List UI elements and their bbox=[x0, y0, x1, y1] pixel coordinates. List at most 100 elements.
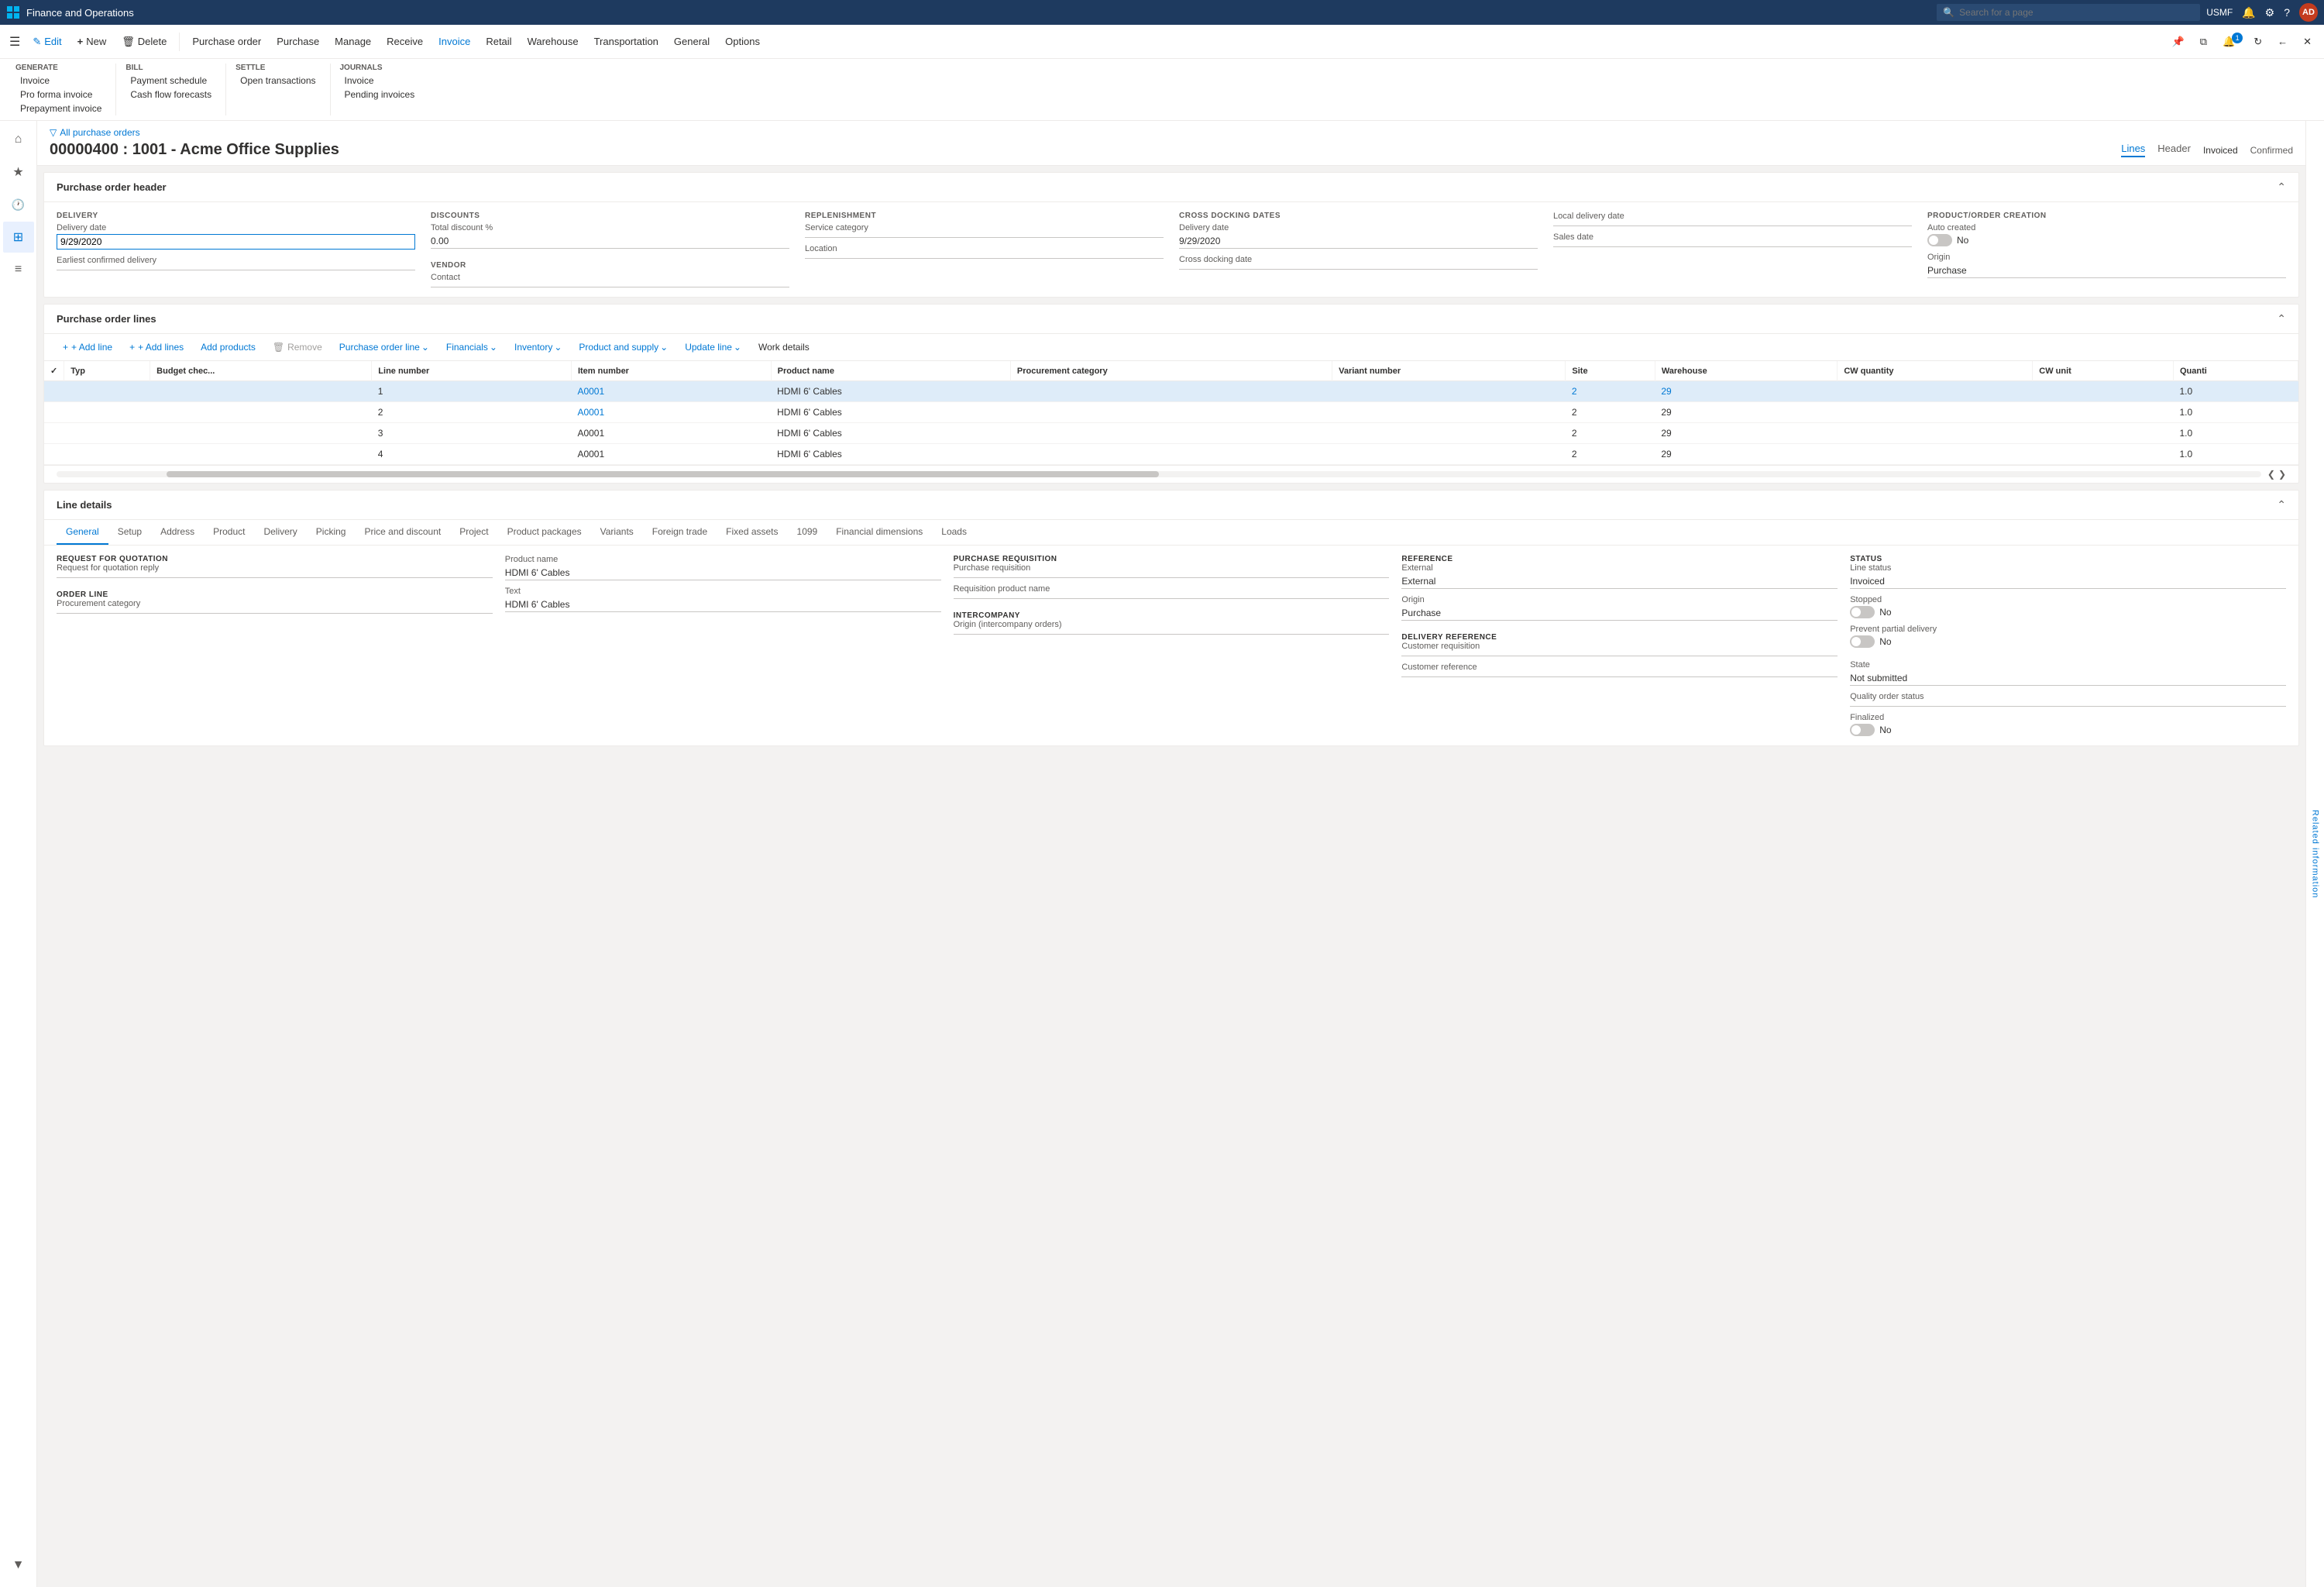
prevent-partial-toggle-track[interactable] bbox=[1850, 635, 1875, 648]
warehouse-tab[interactable]: Warehouse bbox=[521, 31, 585, 52]
invoice-tab[interactable]: Invoice bbox=[432, 31, 476, 52]
tab-foreign-trade[interactable]: Foreign trade bbox=[643, 520, 717, 545]
horizontal-scrollbar[interactable] bbox=[57, 471, 2261, 477]
cross-docking-label: CROSS DOCKING DATES bbox=[1179, 212, 1538, 220]
tab-lines[interactable]: Lines bbox=[2121, 143, 2145, 157]
edit-button[interactable]: ✎ Edit bbox=[26, 31, 67, 53]
purchase-order-line-dropdown[interactable]: Purchase order line ⌄ bbox=[333, 339, 435, 356]
collapse-lines-btn[interactable]: ⌃ bbox=[2277, 312, 2286, 325]
add-lines-button[interactable]: + + Add lines bbox=[123, 339, 190, 356]
tab-picking[interactable]: Picking bbox=[307, 520, 356, 545]
tab-financial-dimensions[interactable]: Financial dimensions bbox=[827, 520, 932, 545]
tab-general[interactable]: General bbox=[57, 520, 108, 545]
copy-button[interactable]: ⧉ bbox=[2194, 31, 2213, 53]
tab-loads[interactable]: Loads bbox=[932, 520, 976, 545]
row1-warehouse[interactable]: 29 bbox=[1655, 381, 1838, 402]
ribbon-cashflow[interactable]: Cash flow forecasts bbox=[125, 88, 216, 102]
search-bar[interactable]: 🔍 bbox=[1937, 4, 2200, 21]
general-tab[interactable]: General bbox=[668, 31, 716, 52]
ribbon-open-transactions[interactable]: Open transactions bbox=[235, 74, 320, 88]
purchase-order-tab[interactable]: Purchase order bbox=[186, 31, 267, 52]
hamburger-icon[interactable]: ☰ bbox=[6, 31, 23, 53]
help-icon[interactable]: ? bbox=[2284, 6, 2290, 19]
quality-order-status-value bbox=[1850, 703, 2286, 707]
manage-tab[interactable]: Manage bbox=[328, 31, 377, 52]
ribbon-payment-schedule[interactable]: Payment schedule bbox=[125, 74, 216, 88]
tab-header[interactable]: Header bbox=[2157, 143, 2191, 157]
auto-created-toggle-track[interactable] bbox=[1927, 234, 1952, 246]
ribbon-invoice[interactable]: Invoice bbox=[15, 74, 106, 88]
tab-variants[interactable]: Variants bbox=[591, 520, 643, 545]
refresh-button[interactable]: ↻ bbox=[2247, 31, 2268, 53]
table-row[interactable]: 3 A0001 HDMI 6' Cables 2 29 1.0 bbox=[44, 423, 2298, 444]
update-line-dropdown[interactable]: Update line ⌄ bbox=[679, 339, 748, 356]
section-header-lines[interactable]: Purchase order lines ⌃ bbox=[44, 305, 2298, 334]
row2-itemnum[interactable]: A0001 bbox=[571, 402, 771, 423]
prevent-partial-field: Prevent partial delivery No bbox=[1850, 625, 2286, 648]
collapse-line-details-btn[interactable]: ⌃ bbox=[2277, 498, 2286, 511]
receive-tab[interactable]: Receive bbox=[380, 31, 429, 52]
avatar[interactable]: AD bbox=[2299, 3, 2318, 22]
finalized-toggle-track[interactable] bbox=[1850, 724, 1875, 736]
intercompany-origin-field: Origin (intercompany orders) bbox=[954, 620, 1390, 635]
ribbon-proforma[interactable]: Pro forma invoice bbox=[15, 88, 106, 102]
ribbon-pending-invoices[interactable]: Pending invoices bbox=[340, 88, 420, 102]
nav-recent[interactable]: 🕐 bbox=[3, 189, 34, 220]
back-nav-button[interactable]: ← bbox=[2271, 31, 2294, 52]
breadcrumb[interactable]: ▽ All purchase orders bbox=[50, 127, 2293, 138]
purchase-tab[interactable]: Purchase bbox=[270, 31, 325, 52]
gear-icon[interactable]: ⚙ bbox=[2265, 6, 2275, 19]
vendor-contact-field: Contact bbox=[431, 273, 789, 287]
row1-site[interactable]: 2 bbox=[1566, 381, 1655, 402]
line-details-section: Line details ⌃ General Setup Address Pro… bbox=[43, 490, 2299, 746]
nav-favorites[interactable]: ★ bbox=[3, 157, 34, 188]
tab-project[interactable]: Project bbox=[450, 520, 497, 545]
close-button[interactable]: ✕ bbox=[2297, 31, 2318, 53]
scroll-right-icon[interactable]: ❯ bbox=[2278, 469, 2286, 480]
ribbon-bill-items: Payment schedule Cash flow forecasts bbox=[125, 74, 216, 102]
financials-dropdown[interactable]: Financials ⌄ bbox=[440, 339, 504, 356]
new-button[interactable]: + New bbox=[71, 31, 113, 52]
tab-1099[interactable]: 1099 bbox=[788, 520, 827, 545]
sales-date-field: Sales date bbox=[1553, 232, 1912, 247]
work-details-button[interactable]: Work details bbox=[752, 339, 816, 356]
nav-modules[interactable]: ≡ bbox=[3, 254, 34, 285]
row4-site: 2 bbox=[1566, 444, 1655, 465]
remove-button[interactable]: 🗑 Remove bbox=[266, 339, 328, 356]
table-row[interactable]: 2 A0001 HDMI 6' Cables 2 29 1.0 bbox=[44, 402, 2298, 423]
tab-price-discount[interactable]: Price and discount bbox=[355, 520, 450, 545]
nav-workspaces[interactable]: ⊞ bbox=[3, 222, 34, 253]
inventory-dropdown[interactable]: Inventory ⌄ bbox=[508, 339, 568, 356]
add-line-button[interactable]: + + Add line bbox=[57, 339, 119, 356]
tab-product-packages[interactable]: Product packages bbox=[498, 520, 591, 545]
notification-button[interactable]: 🔔1 bbox=[2216, 31, 2244, 53]
row1-itemnum[interactable]: A0001 bbox=[571, 381, 771, 402]
table-row[interactable]: 1 A0001 HDMI 6' Cables 2 29 1.0 bbox=[44, 381, 2298, 402]
table-row[interactable]: 4 A0001 HDMI 6' Cables 2 29 1.0 bbox=[44, 444, 2298, 465]
ribbon-journal-invoice[interactable]: Invoice bbox=[340, 74, 420, 88]
scroll-left-icon[interactable]: ❮ bbox=[2267, 469, 2275, 480]
tab-product[interactable]: Product bbox=[204, 520, 254, 545]
delete-button[interactable]: 🗑 Delete bbox=[115, 31, 173, 53]
options-tab[interactable]: Options bbox=[719, 31, 766, 52]
right-panel[interactable]: Related information bbox=[2305, 121, 2324, 1587]
nav-home[interactable]: ⌂ bbox=[3, 124, 34, 155]
section-header-line-details[interactable]: Line details ⌃ bbox=[44, 491, 2298, 520]
nav-filter[interactable]: ▼ bbox=[3, 1550, 34, 1581]
add-products-button[interactable]: Add products bbox=[194, 339, 262, 356]
tab-fixed-assets[interactable]: Fixed assets bbox=[717, 520, 787, 545]
tab-address[interactable]: Address bbox=[151, 520, 204, 545]
ribbon-prepayment[interactable]: Prepayment invoice bbox=[15, 102, 106, 115]
collapse-purchase-btn[interactable]: ⌃ bbox=[2277, 181, 2286, 194]
tab-setup[interactable]: Setup bbox=[108, 520, 151, 545]
pinned-button[interactable]: 📌 bbox=[2166, 31, 2191, 53]
stopped-toggle-track[interactable] bbox=[1850, 606, 1875, 618]
product-supply-dropdown[interactable]: Product and supply ⌄ bbox=[572, 339, 674, 356]
search-input[interactable] bbox=[1959, 7, 2194, 18]
section-header-purchase[interactable]: Purchase order header ⌃ bbox=[44, 173, 2298, 202]
tab-delivery[interactable]: Delivery bbox=[254, 520, 306, 545]
delivery-date-input[interactable] bbox=[57, 234, 415, 250]
retail-tab[interactable]: Retail bbox=[480, 31, 517, 52]
transportation-tab[interactable]: Transportation bbox=[588, 31, 665, 52]
bell-icon[interactable]: 🔔 bbox=[2242, 6, 2255, 19]
